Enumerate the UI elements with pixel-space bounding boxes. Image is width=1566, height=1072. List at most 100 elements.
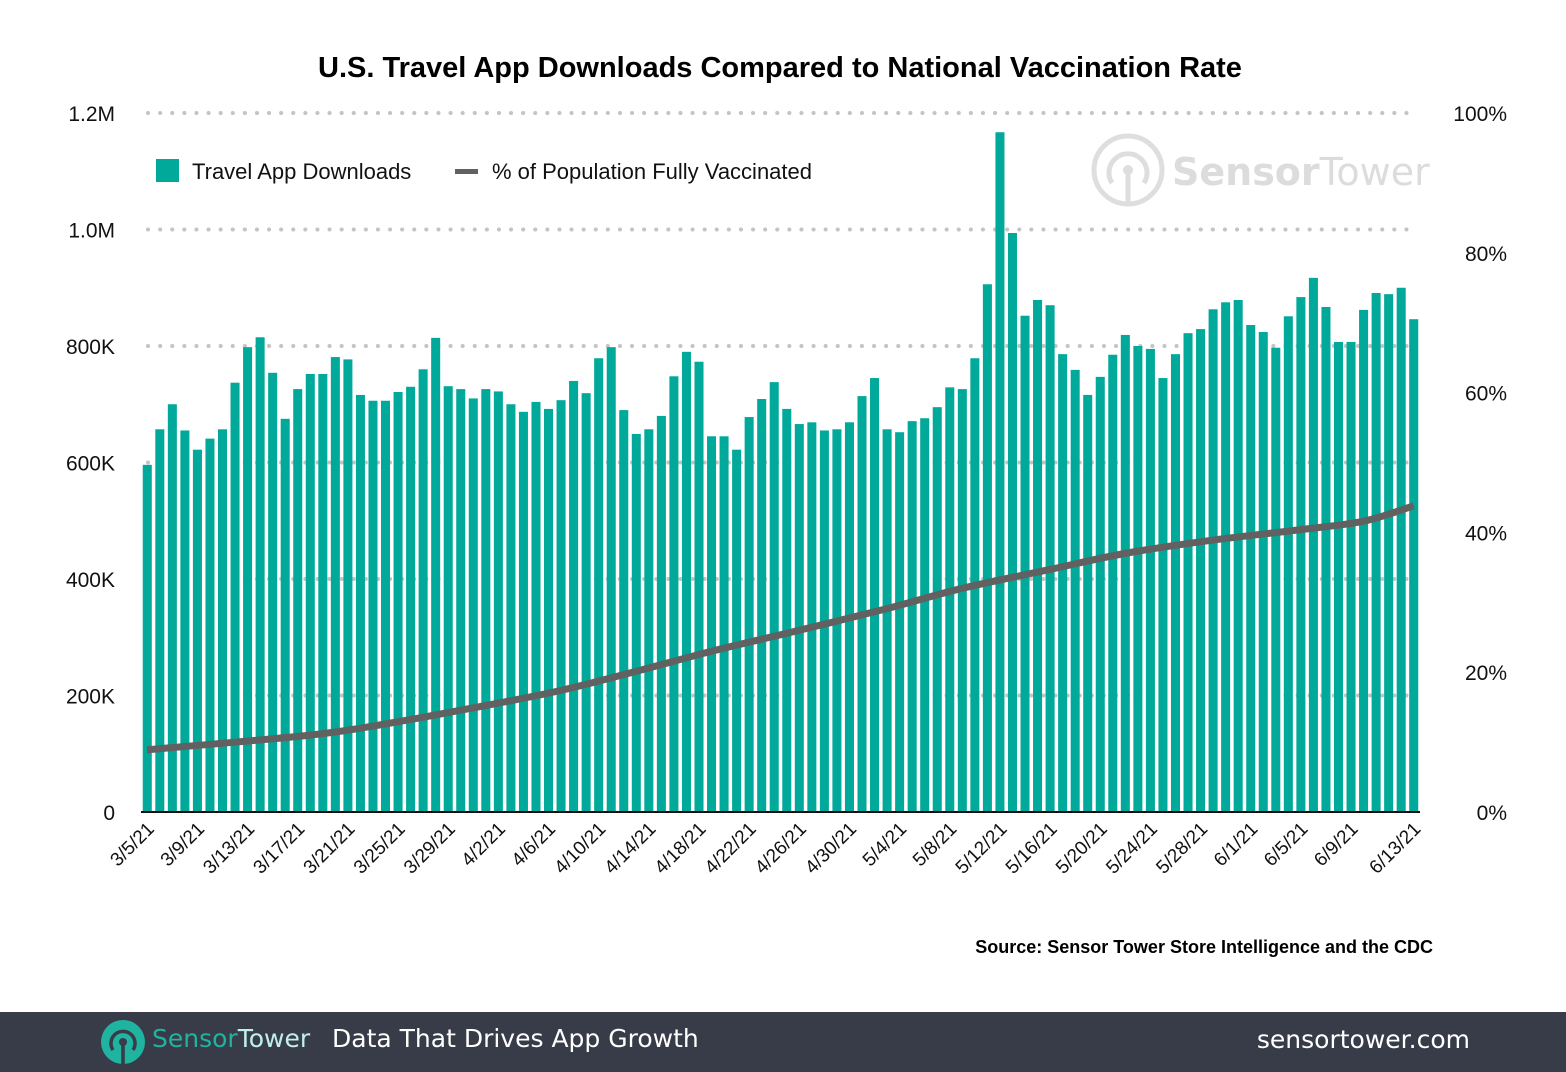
bar-downloads: [330, 357, 340, 812]
y2-tick-label: 80%: [1465, 243, 1507, 266]
bar-downloads: [268, 372, 278, 812]
bar-downloads: [556, 400, 566, 812]
sensor-tower-watermark: SensorTower: [1091, 133, 1430, 207]
bar-downloads: [1170, 354, 1180, 812]
bar-downloads: [518, 411, 528, 812]
x-tick-label: 4/14/21: [601, 819, 661, 879]
bar-downloads: [468, 398, 478, 812]
x-tick-label: 3/21/21: [300, 819, 360, 879]
x-tick-label: 5/12/21: [952, 819, 1012, 879]
bar-downloads: [707, 436, 717, 812]
right-y-axis: 0% 20% 40% 60% 80% 100%: [1453, 103, 1507, 825]
y-tick-label: 400K: [66, 569, 115, 592]
bar-downloads: [230, 382, 240, 812]
bar-downloads: [669, 376, 679, 812]
bar-downloads: [644, 429, 654, 812]
bar-downloads: [932, 407, 942, 812]
x-tick-label: 5/20/21: [1052, 819, 1112, 879]
bar-downloads: [180, 430, 190, 812]
bar-downloads: [1083, 394, 1093, 812]
bar-downloads: [857, 396, 867, 812]
x-tick-label: 5/4/21: [859, 819, 911, 871]
legend-label-vaccinated: % of Population Fully Vaccinated: [492, 159, 812, 184]
bar-downloads: [631, 433, 641, 812]
x-axis: 3/5/213/9/213/13/213/17/213/21/213/25/21…: [107, 819, 1426, 879]
bar-downloads: [870, 378, 880, 812]
x-tick-label: 5/28/21: [1152, 819, 1212, 879]
y-tick-label: 0: [103, 802, 115, 825]
bar-downloads: [895, 432, 905, 812]
bar-downloads: [1384, 294, 1394, 813]
bar-downloads: [907, 421, 917, 812]
bar-downloads: [1371, 292, 1381, 812]
x-tick-label: 4/26/21: [751, 819, 811, 879]
bar-downloads: [355, 394, 365, 812]
x-tick-label: 3/17/21: [250, 819, 310, 879]
y2-tick-label: 60%: [1465, 383, 1507, 406]
footer-brand-light: Tower: [237, 1024, 311, 1053]
bar-downloads: [217, 429, 228, 812]
bar-downloads: [769, 382, 779, 812]
bar-downloads: [142, 464, 152, 812]
bar-downloads: [1208, 309, 1218, 812]
x-tick-label: 5/24/21: [1102, 819, 1162, 879]
bar-downloads: [318, 373, 328, 812]
x-tick-label: 3/13/21: [199, 819, 259, 879]
bar-downloads: [606, 347, 616, 812]
bar-downloads: [619, 410, 629, 812]
y-tick-label: 1.0M: [68, 220, 115, 243]
legend: Travel App Downloads % of Population Ful…: [156, 159, 812, 184]
bar-downloads: [1409, 319, 1419, 812]
footer-url-link[interactable]: sensortower.com: [1257, 1025, 1470, 1054]
bar-downloads: [1033, 299, 1043, 812]
bar-downloads: [882, 429, 892, 812]
bar-downloads: [381, 400, 391, 812]
footer-brand[interactable]: SensorTower: [152, 1024, 310, 1053]
bar-downloads: [1258, 332, 1268, 812]
bar-downloads: [1333, 341, 1344, 812]
bar-downloads: [782, 408, 792, 812]
bar-downloads: [1058, 354, 1068, 812]
x-tick-label: 4/10/21: [551, 819, 611, 879]
bar-downloads: [205, 438, 215, 812]
bar-downloads: [1095, 376, 1105, 812]
x-tick-label: 6/1/21: [1210, 819, 1262, 871]
y2-tick-label: 100%: [1453, 103, 1507, 126]
y2-tick-label: 0%: [1477, 802, 1507, 825]
bar-downloads: [293, 389, 303, 812]
x-tick-label: 4/18/21: [651, 819, 711, 879]
sensor-tower-logo-icon[interactable]: [100, 1019, 146, 1065]
x-tick-label: 3/25/21: [350, 819, 410, 879]
bar-downloads: [757, 399, 767, 812]
bar-downloads: [945, 387, 955, 812]
bar-downloads: [1045, 305, 1055, 812]
watermark-brand-light: Tower: [1319, 150, 1430, 194]
bar-downloads: [1221, 302, 1231, 812]
x-tick-label: 6/13/21: [1366, 819, 1426, 879]
bar-downloads: [1321, 306, 1331, 812]
bar-downloads: [280, 418, 290, 812]
bar-downloads: [1145, 348, 1155, 812]
bar-downloads: [305, 373, 315, 812]
bar-downloads: [995, 132, 1005, 812]
bar-downloads: [569, 380, 579, 812]
bar-downloads: [1070, 369, 1080, 812]
legend-swatch-downloads: [156, 159, 179, 182]
footer-bar: SensorTower Data That Drives App Growth …: [0, 1012, 1566, 1072]
sensor-tower-logo-icon: [1091, 133, 1165, 207]
bar-downloads: [719, 436, 729, 812]
bar-downloads: [506, 404, 516, 812]
bar-downloads: [920, 418, 930, 812]
bar-downloads: [1283, 316, 1293, 812]
bar-downloads: [694, 361, 704, 812]
bars: [142, 132, 1419, 813]
bar-downloads: [544, 408, 554, 812]
x-tick-label: 6/9/21: [1310, 819, 1362, 871]
y-tick-label: 800K: [66, 336, 115, 359]
bar-downloads: [1133, 346, 1143, 812]
bar-downloads: [368, 400, 378, 812]
bar-downloads: [957, 389, 967, 812]
bar-downloads: [807, 422, 817, 812]
bar-downloads: [1007, 232, 1017, 812]
bar-downloads: [744, 417, 754, 812]
